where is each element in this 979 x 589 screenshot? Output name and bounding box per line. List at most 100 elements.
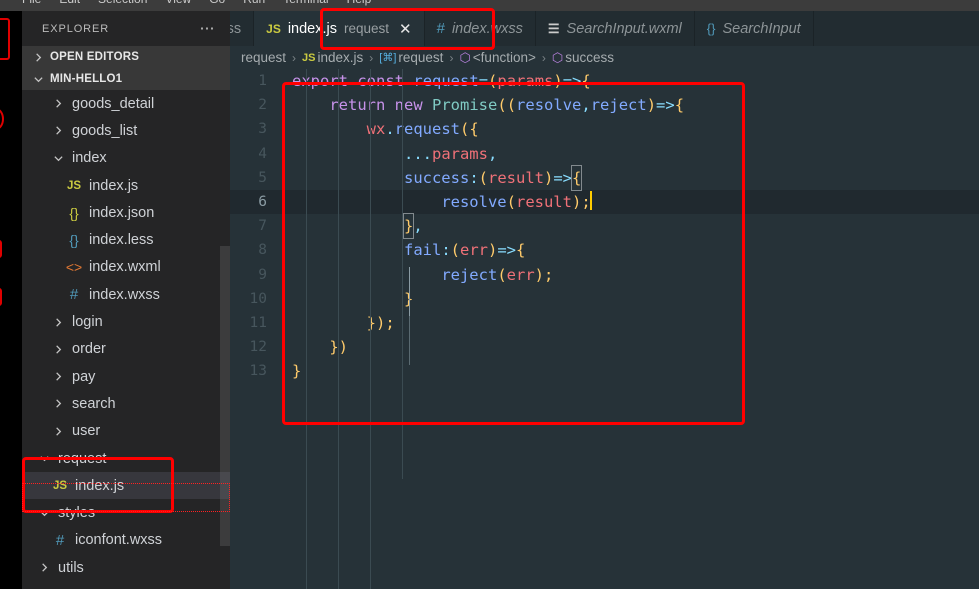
sidebar-scrollbar[interactable]: [220, 246, 230, 546]
code-text-10[interactable]: }: [278, 287, 413, 311]
editor-tab-searchinput-wxml[interactable]: ☰ SearchInput.wxml: [536, 11, 695, 46]
activity-bar[interactable]: [0, 11, 22, 589]
code-text-6[interactable]: resolve(result);: [278, 190, 592, 214]
tree-folder-styles[interactable]: styles: [22, 499, 230, 526]
code-line-11[interactable]: 11 });: [230, 311, 979, 335]
tree-file-index.json[interactable]: {} index.json: [22, 199, 230, 226]
tree-file-index.wxss[interactable]: # index.wxss: [22, 281, 230, 308]
breadcrumb-item-function[interactable]: ⬡ <function>: [459, 50, 535, 66]
tree-file-index.wxml[interactable]: <> index.wxml: [22, 254, 230, 281]
editor-tab-index-wxss[interactable]: # index.wxss: [425, 11, 536, 46]
tab-label: ex.less: [230, 20, 242, 37]
tree-folder-pay[interactable]: pay: [22, 363, 230, 390]
tree-folder-index[interactable]: index: [22, 145, 230, 172]
breadcrumb-label: request: [241, 50, 287, 65]
editor-tab-index-js[interactable]: JS index.js request ✕: [254, 11, 425, 46]
code-line-1[interactable]: 1 export const request=(params)=>{: [230, 69, 979, 93]
code-text-9[interactable]: reject(err);: [278, 263, 553, 287]
chevron-down-icon: [30, 71, 46, 87]
tree-folder-order[interactable]: order: [22, 336, 230, 363]
chevron-right-icon[interactable]: [50, 341, 66, 357]
menu-item-file[interactable]: File: [22, 0, 41, 6]
editor-area: ex.lessJSindex.jsrequest✕#index.wxss☰Sea…: [230, 11, 979, 589]
code-text-11[interactable]: });: [278, 311, 395, 335]
tree-folder-request[interactable]: request: [22, 445, 230, 472]
section-min-hello1[interactable]: MIN-HELLO1: [22, 68, 230, 90]
line-number-12: 12: [249, 339, 267, 356]
breadcrumb-label: success: [565, 50, 614, 65]
breadcrumb[interactable]: request › JS index.js › [⌘] request › ⬡ <function…: [230, 46, 979, 69]
tree-item-label: styles: [58, 505, 96, 522]
code-line-9[interactable]: 9 reject(err);: [230, 263, 979, 287]
menu-item-help[interactable]: Help: [347, 0, 372, 6]
line-number-5: 5: [258, 169, 267, 186]
editor-tab-ex-less[interactable]: ex.less: [230, 11, 255, 46]
section-open-editors[interactable]: OPEN EDITORS: [22, 46, 230, 68]
tree-folder-login[interactable]: login: [22, 308, 230, 335]
code-text-3[interactable]: wx.request({: [278, 117, 479, 141]
code-editor[interactable]: 1 export const request=(params)=>{2 retur…: [230, 69, 979, 589]
menu-item-view[interactable]: View: [165, 0, 191, 6]
tree-item-label: index.json: [89, 204, 155, 221]
tree-item-label: index.wxml: [89, 259, 161, 276]
chevron-right-icon[interactable]: [50, 96, 66, 112]
code-line-5[interactable]: 5 success:(result)=>{: [230, 164, 979, 191]
menu-item-run[interactable]: Run: [243, 0, 265, 6]
code-line-12[interactable]: 12 }): [230, 335, 979, 359]
code-line-10[interactable]: 10 }: [230, 287, 979, 311]
editor-tab-searchinput[interactable]: {} SearchInput: [695, 11, 814, 46]
tree-folder-user[interactable]: user: [22, 418, 230, 445]
menu-bar[interactable]: File Edit Selection View Go Run Terminal…: [0, 0, 979, 11]
file-tree[interactable]: goods_detail goods_list index JS index.js {} i…: [22, 90, 230, 581]
tab-label: SearchInput: [722, 20, 801, 37]
code-line-7[interactable]: 7 },: [230, 213, 979, 240]
menu-bar-items[interactable]: File Edit Selection View Go Run Terminal…: [22, 0, 371, 6]
tree-file-index.js[interactable]: JS index.js: [22, 472, 230, 500]
close-icon[interactable]: ✕: [399, 20, 412, 38]
tree-file-index.less[interactable]: {} index.less: [22, 226, 230, 253]
chevron-right-icon[interactable]: [50, 423, 66, 439]
line-number-7: 7: [258, 218, 267, 235]
tree-item-label: goods_list: [72, 122, 138, 139]
menu-item-go[interactable]: Go: [209, 0, 225, 6]
tree-folder-search[interactable]: search: [22, 390, 230, 417]
tree-folder-goods_detail[interactable]: goods_detail: [22, 90, 230, 117]
code-line-3[interactable]: 3 wx.request({: [230, 117, 979, 141]
chevron-right-icon[interactable]: [36, 560, 52, 576]
chevron-right-icon[interactable]: [50, 369, 66, 385]
code-text-13[interactable]: }: [278, 359, 301, 383]
breadcrumb-item-request[interactable]: [⌘] request: [379, 50, 443, 65]
code-text-5[interactable]: success:(result)=>{: [278, 164, 583, 191]
code-line-13[interactable]: 13}: [230, 359, 979, 383]
code-text-1[interactable]: export const request=(params)=>{: [278, 69, 591, 93]
menu-item-terminal[interactable]: Terminal: [283, 0, 328, 6]
tree-file-index.js[interactable]: JS index.js: [22, 172, 230, 199]
code-line-2[interactable]: 2 return new Promise((resolve,reject)=>{: [230, 93, 979, 117]
breadcrumb-item-success[interactable]: ⬡ success: [552, 50, 614, 66]
chevron-down-icon[interactable]: [50, 150, 66, 166]
breadcrumb-item-indexjs[interactable]: JS index.js: [302, 50, 363, 65]
breadcrumb-item-request[interactable]: request: [241, 50, 286, 65]
chevron-right-icon[interactable]: [50, 314, 66, 330]
line-number-11: 11: [249, 314, 267, 331]
chevron-right-icon[interactable]: [50, 123, 66, 139]
code-line-4[interactable]: 4 ...params,: [230, 142, 979, 166]
tree-folder-goods_list[interactable]: goods_list: [22, 117, 230, 144]
code-text-4[interactable]: ...params,: [278, 142, 497, 166]
code-line-6[interactable]: 6 resolve(result);: [230, 189, 979, 215]
breadcrumb-separator: ›: [292, 50, 297, 65]
code-line-8[interactable]: 8 fail:(err)=>{: [230, 238, 979, 262]
tab-label: index.wxss: [451, 20, 523, 37]
menu-item-selection[interactable]: Selection: [98, 0, 147, 6]
tree-file-iconfont.wxss[interactable]: # iconfont.wxss: [22, 527, 230, 554]
chevron-right-icon[interactable]: [50, 396, 66, 412]
code-text-7[interactable]: },: [278, 213, 423, 240]
editor-tab-bar[interactable]: ex.less JS index.js request ✕ # index.wxss ☰ Sea…: [230, 11, 979, 46]
tree-folder-utils[interactable]: utils: [22, 554, 230, 581]
chevron-down-icon[interactable]: [36, 505, 52, 521]
code-lines[interactable]: 1 export const request=(params)=>{2 retur…: [230, 69, 979, 383]
ellipsis-icon[interactable]: ⋯: [200, 21, 217, 36]
chevron-down-icon[interactable]: [36, 451, 52, 467]
tab-label: SearchInput.wxml: [566, 20, 682, 37]
menu-item-edit[interactable]: Edit: [59, 0, 80, 6]
